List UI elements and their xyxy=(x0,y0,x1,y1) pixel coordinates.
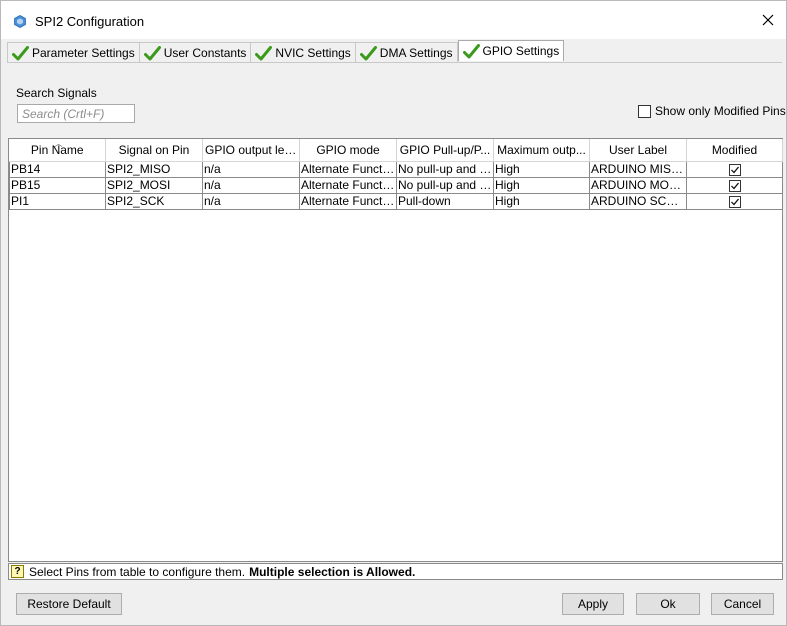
help-icon: ? xyxy=(11,565,24,578)
tab-user-constants[interactable]: User Constants xyxy=(139,42,252,63)
tab-bar: Parameter Settings User Constants NVIC Set… xyxy=(7,40,565,63)
spi2-configuration-dialog: SPI2 Configuration Parameter Settings Use… xyxy=(0,0,787,626)
column-header-gpio-mode[interactable]: GPIO mode xyxy=(299,139,397,162)
close-button[interactable] xyxy=(750,5,786,35)
show-modified-toggle[interactable]: Show only Modified Pins xyxy=(638,104,786,118)
cell-pin: PB15 xyxy=(9,176,106,194)
column-header-pin-name[interactable]: ︿ Pin Name xyxy=(9,139,106,162)
cell-modified xyxy=(686,160,783,178)
cell-max-output: High xyxy=(493,176,590,194)
modified-checkbox[interactable] xyxy=(728,179,741,192)
cell-pull: No pull-up and n... xyxy=(396,176,494,194)
cell-user-label: ARDUINO SCK/D13 xyxy=(589,192,687,210)
show-modified-checkbox[interactable] xyxy=(638,104,651,118)
cell-pin: PB14 xyxy=(9,160,106,178)
tab-label: GPIO Settings xyxy=(482,44,560,58)
cell-modified xyxy=(686,176,783,194)
show-modified-label: Show only Modified Pins xyxy=(655,104,786,118)
apply-button[interactable]: Apply xyxy=(562,593,624,615)
cell-signal: SPI2_MOSI xyxy=(105,176,203,194)
cell-pull: No pull-up and n... xyxy=(396,160,494,178)
window-title: SPI2 Configuration xyxy=(35,14,145,29)
table-header-row: ︿ Pin Name Signal on Pin GPIO output leve… xyxy=(9,139,783,162)
status-bar: ? Select Pins from table to configure th… xyxy=(8,563,783,580)
table-row[interactable]: PI1 SPI2_SCK n/a Alternate Functi... Pull-do… xyxy=(9,192,783,210)
table-row[interactable]: PB15 SPI2_MOSI n/a Alternate Functi... No pu… xyxy=(9,176,783,194)
title-bar: SPI2 Configuration xyxy=(1,1,786,39)
cell-max-output: High xyxy=(493,160,590,178)
cell-signal: SPI2_SCK xyxy=(105,192,203,210)
table-row[interactable]: PB14 SPI2_MISO n/a Alternate Functi... No pu… xyxy=(9,160,783,178)
tab-label: User Constants xyxy=(163,46,247,60)
search-input[interactable] xyxy=(17,104,135,123)
cube-icon xyxy=(14,15,26,28)
check-icon xyxy=(359,45,377,60)
cell-mode: Alternate Functi... xyxy=(299,160,397,178)
column-header-user-label[interactable]: User Label xyxy=(589,139,687,162)
check-icon xyxy=(12,45,29,60)
tab-dma-settings[interactable]: DMA Settings xyxy=(355,42,458,63)
cell-max-output: High xyxy=(493,192,590,210)
status-text: Select Pins from table to configure them… xyxy=(29,564,246,579)
ok-button[interactable]: Ok xyxy=(636,593,700,615)
check-icon xyxy=(462,43,480,58)
cell-mode: Alternate Functi... xyxy=(299,192,397,210)
cell-user-label: ARDUINO MISO/... xyxy=(589,160,687,178)
tab-label: NVIC Settings xyxy=(275,46,351,60)
close-icon xyxy=(762,14,774,26)
cell-output-level: n/a xyxy=(202,176,300,194)
tab-parameter-settings[interactable]: Parameter Settings xyxy=(7,42,140,63)
column-header-modified[interactable]: Modified xyxy=(686,139,783,162)
cell-pin: PI1 xyxy=(9,192,106,210)
status-bold-text: Multiple selection is Allowed. xyxy=(249,564,416,579)
cell-output-level: n/a xyxy=(202,160,300,178)
column-header-signal[interactable]: Signal on Pin xyxy=(105,139,203,162)
cell-modified xyxy=(686,192,783,210)
search-signals-label: Search Signals xyxy=(16,86,97,100)
gpio-signals-table: ︿ Pin Name Signal on Pin GPIO output leve… xyxy=(8,138,783,562)
column-header-pull[interactable]: GPIO Pull-up/P... xyxy=(396,139,494,162)
sort-ascending-icon: ︿ xyxy=(54,139,63,148)
cancel-button[interactable]: Cancel xyxy=(711,593,774,615)
tab-label: DMA Settings xyxy=(379,46,453,60)
cell-signal: SPI2_MISO xyxy=(105,160,203,178)
column-header-output-level[interactable]: GPIO output level xyxy=(202,139,300,162)
check-icon xyxy=(255,45,273,60)
tab-gpio-settings[interactable]: GPIO Settings xyxy=(457,40,565,61)
restore-default-button[interactable]: Restore Default xyxy=(16,593,122,615)
cell-output-level: n/a xyxy=(202,192,300,210)
tab-label: Parameter Settings xyxy=(32,46,135,60)
cell-mode: Alternate Functi... xyxy=(299,176,397,194)
cell-pull: Pull-down xyxy=(396,192,494,210)
modified-checkbox[interactable] xyxy=(728,163,741,176)
check-icon xyxy=(143,45,161,60)
modified-checkbox[interactable] xyxy=(728,195,741,208)
cell-user-label: ARDUINO MOSI/... xyxy=(589,176,687,194)
tab-nvic-settings[interactable]: NVIC Settings xyxy=(251,42,356,63)
column-header-max-output[interactable]: Maximum outp... xyxy=(493,139,590,162)
